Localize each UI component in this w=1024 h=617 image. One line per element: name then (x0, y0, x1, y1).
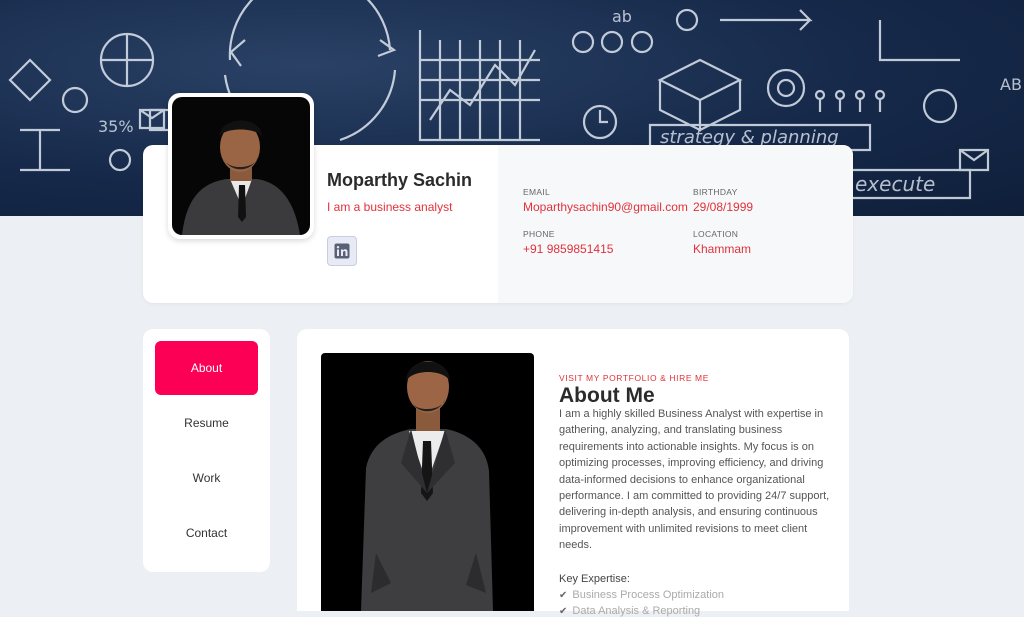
portrait-photo (321, 353, 534, 611)
expertise-item-label: Business Process Optimization (572, 589, 725, 601)
about-title: About Me (559, 384, 655, 407)
profile-tagline: I am a business analyst (327, 200, 453, 214)
birthday-label: BIRTHDAY (693, 187, 738, 197)
about-description: I am a highly skilled Business Analyst w… (559, 408, 830, 552)
nav-item-about[interactable]: About (155, 341, 258, 395)
profile-name: Moparthy Sachin (327, 170, 473, 190)
phone-label: PHONE (523, 229, 555, 239)
contact-panel (498, 145, 853, 303)
expertise-item: ✔ Business Process Optimization (559, 589, 724, 601)
linkedin-button[interactable] (327, 236, 357, 266)
expertise-item-label: Data Analysis & Reporting (572, 605, 701, 617)
expertise-heading: Key Expertise: (559, 573, 630, 585)
check-icon: ✔ (559, 605, 568, 617)
nav-item-work[interactable]: Work (155, 451, 258, 505)
expertise-item: ✔ Data Analysis & Reporting (559, 605, 700, 617)
check-icon: ✔ (559, 589, 568, 601)
location-label: LOCATION (693, 229, 739, 239)
about-kicker: VISIT MY PORTFOLIO & HIRE ME (559, 373, 709, 383)
avatar-photo (172, 97, 310, 235)
nav-item-contact[interactable]: Contact (155, 506, 258, 560)
nav-item-resume[interactable]: Resume (155, 396, 258, 450)
banner-text-execute: execute (855, 172, 935, 196)
phone-value[interactable]: +91 9859851415 (523, 242, 613, 256)
avatar (168, 93, 314, 239)
banner-text-ab-upper: AB (1000, 75, 1022, 94)
banner-text-ab: ab (612, 7, 632, 26)
linkedin-icon (334, 243, 350, 259)
email-label: EMAIL (523, 187, 551, 197)
banner-text-percent: 35% (98, 117, 134, 136)
email-value[interactable]: Moparthysachin90@gmail.com (523, 200, 688, 214)
location-value: Khammam (693, 242, 752, 256)
birthday-value: 29/08/1999 (693, 200, 754, 214)
